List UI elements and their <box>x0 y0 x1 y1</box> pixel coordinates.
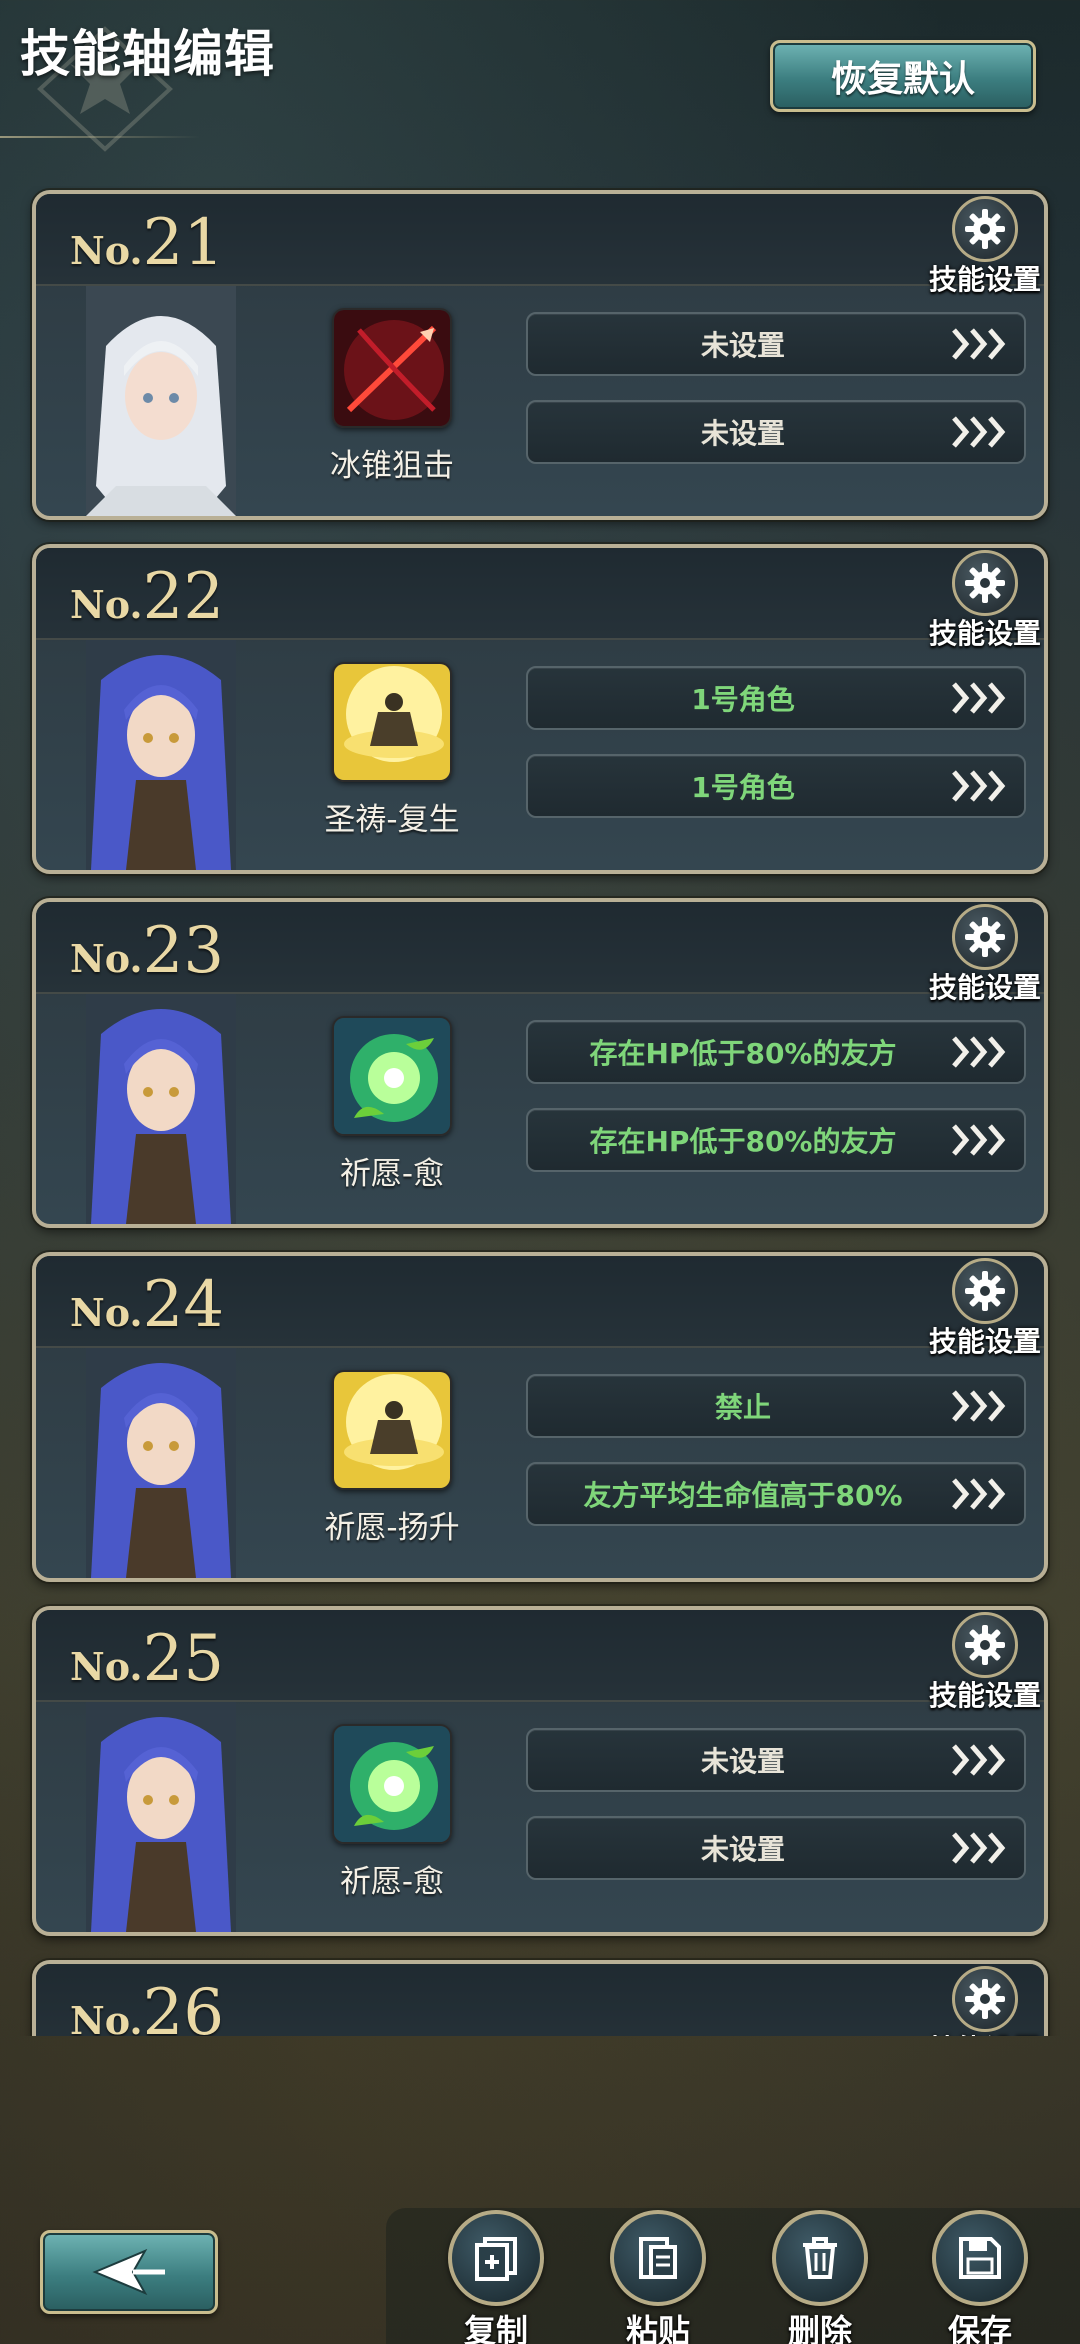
skill-icon-resurrect[interactable] <box>332 662 452 782</box>
card-number: No.22 <box>70 560 225 634</box>
triple-chevron-icon <box>952 328 1006 360</box>
bottom-toolbar: 复制 粘贴 删除 保存 <box>0 2150 1080 2344</box>
save-button[interactable]: 保存 <box>920 2210 1040 2344</box>
paste-button[interactable]: 粘贴 <box>598 2210 718 2344</box>
card-number: No.24 <box>70 1268 225 1342</box>
gear-icon <box>952 1966 1018 2032</box>
skill-icon-arrow[interactable] <box>332 308 452 428</box>
triple-chevron-icon <box>952 1744 1006 1776</box>
condition-slot-2[interactable]: 友方平均生命值高于80% <box>526 1462 1026 1526</box>
skill-name: 祈愿-愈 <box>339 1156 445 1192</box>
skill-name: 圣祷-复生 <box>324 802 460 838</box>
paste-icon <box>610 2210 706 2306</box>
skill-icon-heal[interactable] <box>332 1724 452 1844</box>
skill-name: 祈愿-扬升 <box>324 1510 460 1546</box>
card-number: No.21 <box>70 206 225 280</box>
character-portrait[interactable] <box>86 1702 236 1932</box>
gear-icon <box>952 904 1018 970</box>
skill-card-24: No.24 技能设置 祈愿-扬升 禁止 友方平均生命值高于80% <box>32 1252 1048 1582</box>
triple-chevron-icon <box>952 1124 1006 1156</box>
condition-slot-2[interactable]: 未设置 <box>526 400 1026 464</box>
copy-icon <box>448 2210 544 2306</box>
back-button[interactable] <box>40 2230 218 2314</box>
title-divider <box>0 136 200 138</box>
skill-settings-button[interactable]: 技能设置 <box>922 550 1042 650</box>
skill-timeline-list[interactable]: No.21 技能设置 冰锥狙击 未设置 未设置 No.22 技能设置 圣祷-复生… <box>0 186 1080 2036</box>
triple-chevron-icon <box>952 1390 1006 1422</box>
skill-icon-ascend[interactable] <box>332 1370 452 1490</box>
card-number: No.25 <box>70 1622 225 1696</box>
skill-settings-button[interactable]: 技能设置 <box>922 196 1042 296</box>
character-portrait[interactable] <box>86 1348 236 1578</box>
triple-chevron-icon <box>952 416 1006 448</box>
skill-card-23: No.23 技能设置 祈愿-愈 存在HP低于80%的友方 存在HP低于80%的友… <box>32 898 1048 1228</box>
condition-slot-2[interactable]: 1号角色 <box>526 754 1026 818</box>
condition-slot-1[interactable]: 存在HP低于80%的友方 <box>526 1020 1026 1084</box>
skill-name: 冰锥狙击 <box>330 448 454 484</box>
skill-settings-button[interactable]: 技能设置 <box>922 1966 1042 2036</box>
delete-button[interactable]: 删除 <box>760 2210 880 2344</box>
card-number: No.23 <box>70 914 225 988</box>
character-portrait[interactable] <box>86 640 236 870</box>
triple-chevron-icon <box>952 770 1006 802</box>
gear-icon <box>952 1258 1018 1324</box>
skill-card-26: No.26 技能设置 <box>32 1960 1048 2036</box>
condition-slot-1[interactable]: 未设置 <box>526 1728 1026 1792</box>
copy-button[interactable]: 复制 <box>436 2210 556 2344</box>
page-title: 技能轴编辑 <box>20 24 275 83</box>
header: 技能轴编辑 恢复默认 <box>0 0 1080 168</box>
triple-chevron-icon <box>952 1036 1006 1068</box>
restore-default-button[interactable]: 恢复默认 <box>770 40 1036 112</box>
condition-slot-1[interactable]: 未设置 <box>526 312 1026 376</box>
skill-card-25: No.25 技能设置 祈愿-愈 未设置 未设置 <box>32 1606 1048 1936</box>
condition-slot-1[interactable]: 1号角色 <box>526 666 1026 730</box>
skill-card-21: No.21 技能设置 冰锥狙击 未设置 未设置 <box>32 190 1048 520</box>
skill-settings-button[interactable]: 技能设置 <box>922 904 1042 1004</box>
trash-icon <box>772 2210 868 2306</box>
card-number: No.26 <box>70 1976 225 2036</box>
character-portrait[interactable] <box>86 286 236 516</box>
skill-card-22: No.22 技能设置 圣祷-复生 1号角色 1号角色 <box>32 544 1048 874</box>
triple-chevron-icon <box>952 1832 1006 1864</box>
triple-chevron-icon <box>952 1478 1006 1510</box>
skill-settings-button[interactable]: 技能设置 <box>922 1258 1042 1358</box>
gear-icon <box>952 196 1018 262</box>
condition-slot-2[interactable]: 未设置 <box>526 1816 1026 1880</box>
back-arrow-icon <box>92 2248 165 2296</box>
skill-settings-button[interactable]: 技能设置 <box>922 1612 1042 1712</box>
gear-icon <box>952 550 1018 616</box>
gear-icon <box>952 1612 1018 1678</box>
skill-name: 祈愿-愈 <box>339 1864 445 1900</box>
skill-icon-heal[interactable] <box>332 1016 452 1136</box>
condition-slot-1[interactable]: 禁止 <box>526 1374 1026 1438</box>
save-icon <box>932 2210 1028 2306</box>
condition-slot-2[interactable]: 存在HP低于80%的友方 <box>526 1108 1026 1172</box>
character-portrait[interactable] <box>86 994 236 1224</box>
triple-chevron-icon <box>952 682 1006 714</box>
